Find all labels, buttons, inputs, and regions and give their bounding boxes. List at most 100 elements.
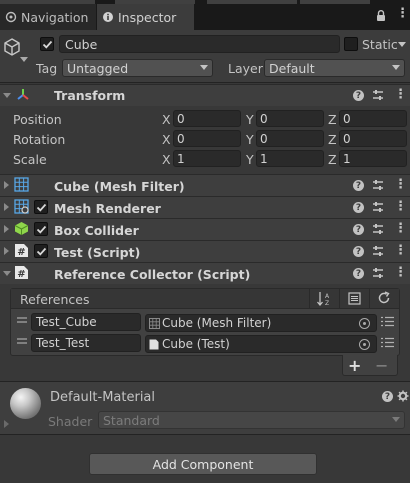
lock-icon[interactable] bbox=[376, 10, 386, 21]
axis-x-label: X bbox=[162, 152, 171, 167]
axis-y-label: Y bbox=[246, 132, 254, 147]
refresh-icon[interactable] bbox=[377, 291, 391, 305]
foldout-arrow-icon[interactable] bbox=[4, 247, 9, 255]
axis-y-label: Y bbox=[246, 112, 254, 127]
sort-icon[interactable]: AZ bbox=[316, 291, 332, 306]
static-checkbox[interactable] bbox=[344, 37, 358, 51]
layer-label: Layer bbox=[228, 61, 263, 76]
component-menu-icon[interactable]: ⋮ bbox=[394, 244, 407, 257]
mesh-filter-title: Cube (Mesh Filter) bbox=[54, 179, 185, 194]
foldout-arrow-icon[interactable] bbox=[3, 93, 11, 98]
shader-label: Shader bbox=[48, 414, 93, 429]
mesh-renderer-enabled-checkbox[interactable] bbox=[34, 200, 48, 214]
shader-dropdown[interactable]: Standard bbox=[98, 411, 405, 429]
tag-value: Untagged bbox=[67, 60, 129, 76]
check-icon bbox=[42, 40, 52, 49]
component-menu-icon[interactable]: ⋮ bbox=[394, 178, 407, 191]
tab-menu-icon[interactable]: ⋮ bbox=[396, 7, 409, 20]
position-x-field[interactable]: 0 bbox=[173, 110, 241, 127]
preset-icon[interactable] bbox=[372, 267, 384, 279]
navigation-icon bbox=[5, 11, 17, 23]
scale-z-field[interactable]: 1 bbox=[339, 150, 407, 167]
position-y-field[interactable]: 0 bbox=[256, 110, 324, 127]
preset-icon[interactable] bbox=[372, 223, 384, 235]
reference-object-field[interactable]: Cube (Test) bbox=[145, 335, 377, 353]
reference-key-field[interactable]: Test_Test bbox=[31, 334, 141, 352]
active-checkbox[interactable] bbox=[40, 37, 54, 51]
tab-label: Navigation bbox=[21, 9, 89, 25]
foldout-arrow-icon[interactable] bbox=[4, 203, 9, 211]
preset-icon[interactable] bbox=[372, 245, 384, 257]
axis-z-label: Z bbox=[328, 132, 337, 147]
gear-icon[interactable] bbox=[397, 390, 409, 402]
component-menu-icon[interactable]: ⋮ bbox=[394, 200, 407, 213]
foldout-arrow-icon[interactable] bbox=[4, 420, 9, 428]
help-icon[interactable]: ? bbox=[353, 268, 364, 279]
preset-icon[interactable] bbox=[372, 179, 384, 191]
reference-collector-title: Reference Collector (Script) bbox=[54, 267, 251, 282]
object-picker-icon[interactable] bbox=[359, 318, 370, 329]
transform-icon bbox=[17, 89, 29, 100]
script-file-icon bbox=[149, 339, 159, 349]
remove-item-button[interactable]: − bbox=[375, 356, 388, 375]
reference-object-field[interactable]: Cube (Mesh Filter) bbox=[145, 314, 377, 332]
help-icon[interactable]: ? bbox=[353, 90, 364, 101]
rotation-x-field[interactable]: 0 bbox=[173, 130, 241, 147]
axis-x-label: X bbox=[162, 112, 171, 127]
help-icon[interactable]: ? bbox=[353, 202, 364, 213]
drag-handle-icon[interactable] bbox=[17, 342, 27, 344]
scale-y-field[interactable]: 1 bbox=[256, 150, 324, 167]
object-picker-icon[interactable] bbox=[359, 339, 370, 350]
drag-handle-icon[interactable] bbox=[17, 321, 27, 323]
position-z-field[interactable]: 0 bbox=[339, 110, 407, 127]
toolbar-divider bbox=[339, 289, 340, 309]
svg-text:A: A bbox=[325, 293, 330, 300]
object-name-field[interactable]: Cube bbox=[59, 35, 340, 53]
icon-dropdown-caret[interactable] bbox=[20, 57, 28, 62]
tab-navigation[interactable]: Navigation bbox=[0, 4, 96, 30]
row-options-icon[interactable] bbox=[381, 337, 394, 348]
script-icon: # bbox=[15, 266, 28, 280]
list-icon[interactable] bbox=[348, 292, 361, 305]
tag-dropdown[interactable]: Untagged bbox=[62, 59, 213, 77]
tab-inspector[interactable]: Inspector bbox=[97, 4, 194, 30]
axis-x-label: X bbox=[162, 132, 171, 147]
preset-icon[interactable] bbox=[372, 201, 384, 213]
tab-strip-segment bbox=[207, 0, 297, 4]
preset-icon[interactable] bbox=[372, 89, 384, 101]
axis-y-label: Y bbox=[246, 152, 254, 167]
static-dropdown-caret[interactable] bbox=[398, 42, 406, 47]
reference-key-field[interactable]: Test_Cube bbox=[31, 313, 141, 331]
position-label: Position bbox=[13, 112, 62, 127]
scale-label: Scale bbox=[13, 152, 47, 167]
shader-value: Standard bbox=[103, 412, 160, 428]
foldout-arrow-icon[interactable] bbox=[3, 271, 11, 276]
component-menu-icon[interactable]: ⋮ bbox=[394, 88, 407, 101]
component-menu-icon[interactable]: ⋮ bbox=[394, 266, 407, 279]
add-item-button[interactable]: + bbox=[348, 356, 361, 375]
help-icon[interactable]: ? bbox=[353, 224, 364, 235]
drag-handle-icon[interactable] bbox=[17, 317, 27, 319]
test-script-enabled-checkbox[interactable] bbox=[34, 244, 48, 258]
foldout-arrow-icon[interactable] bbox=[4, 225, 9, 233]
help-icon[interactable]: ? bbox=[353, 180, 364, 191]
help-icon[interactable]: ? bbox=[382, 391, 393, 402]
check-icon bbox=[36, 203, 46, 212]
layer-dropdown[interactable]: Default bbox=[264, 59, 405, 77]
scale-x-field[interactable]: 1 bbox=[173, 150, 241, 167]
toolbar-divider bbox=[369, 289, 370, 309]
add-component-button[interactable]: Add Component bbox=[89, 453, 317, 475]
drag-handle-icon[interactable] bbox=[17, 338, 27, 340]
component-menu-icon[interactable]: ⋮ bbox=[394, 222, 407, 235]
help-icon[interactable]: ? bbox=[353, 246, 364, 257]
rotation-label: Rotation bbox=[13, 132, 66, 147]
rotation-y-field[interactable]: 0 bbox=[256, 130, 324, 147]
rotation-z-field[interactable]: 0 bbox=[339, 130, 407, 147]
reference-object-value: Cube (Mesh Filter) bbox=[162, 316, 272, 330]
svg-text:#: # bbox=[17, 269, 25, 280]
material-name: Default-Material bbox=[50, 390, 156, 405]
foldout-arrow-icon[interactable] bbox=[4, 181, 9, 189]
gameobject-icon[interactable] bbox=[2, 37, 22, 57]
row-options-icon[interactable] bbox=[381, 316, 394, 327]
box-collider-enabled-checkbox[interactable] bbox=[34, 222, 48, 236]
